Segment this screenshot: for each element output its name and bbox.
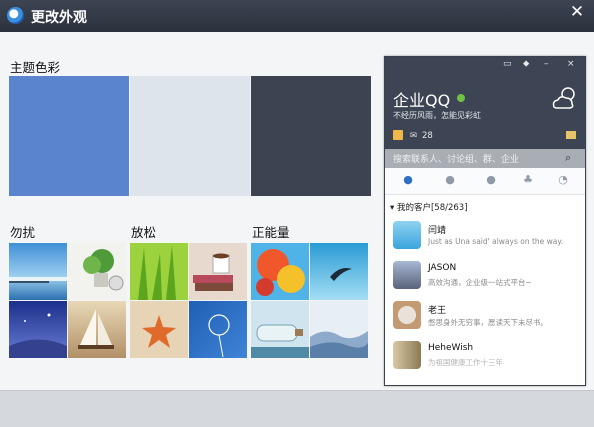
contact-message: Just as Una said' always on the way. xyxy=(428,237,564,246)
groups-tab-icon: ● xyxy=(445,173,455,186)
close-icon[interactable]: ✕ xyxy=(566,2,588,22)
chat-tab-icon: ● xyxy=(486,173,496,186)
preview-skin-icon: ⬥ xyxy=(523,59,530,69)
contact-row: 闫靖 Just as Una said' always on the way. xyxy=(385,217,585,257)
bottom-bar xyxy=(0,390,594,427)
theme-swatch-blue[interactable] xyxy=(9,76,129,196)
preview-close-icon: × xyxy=(567,59,575,69)
theme-color-label: 主题色彩 xyxy=(10,60,61,75)
online-status-icon xyxy=(457,94,465,102)
wallpaper-night-sky[interactable] xyxy=(9,301,67,358)
contact-message: 憋思身外无穷事，愿读天下未尽书。 xyxy=(428,318,548,327)
contact-avatar xyxy=(393,341,421,369)
theme-preview-panel: ▭ ⬥ – × 企业QQ 不经历风雨，怎能见彩虹 ✉ 28 搜索联系人、讨论组、… xyxy=(384,56,586,386)
preview-app-icon xyxy=(393,130,403,140)
wallpaper-dandelion[interactable] xyxy=(189,301,247,358)
contact-message: 为祖国健康工作十三年 xyxy=(428,358,503,367)
category-quiet-label: 勿扰 xyxy=(10,225,36,240)
wallpaper-sailboat[interactable] xyxy=(68,301,126,358)
theme-swatch-light[interactable] xyxy=(130,76,250,196)
category-relax-label: 放松 xyxy=(131,225,157,240)
preview-folder-icon xyxy=(566,131,576,139)
contact-avatar xyxy=(393,261,421,289)
preview-minimize-icon: – xyxy=(544,59,549,69)
search-icon: ⌕ xyxy=(565,151,572,164)
contact-avatar xyxy=(393,301,421,329)
preview-header: ▭ ⬥ – × 企业QQ 不经历风雨，怎能见彩虹 ✉ 28 xyxy=(385,57,585,149)
mail-icon: ✉ xyxy=(410,131,418,141)
wallpaper-mountains[interactable] xyxy=(310,301,368,358)
contacts-tab-icon: ● xyxy=(403,173,413,186)
org-tab-icon: ♣ xyxy=(523,173,533,186)
contact-name: HeheWish xyxy=(428,343,474,353)
weather-icon xyxy=(552,87,575,109)
appearance-window: 更改外观 ✕ 主题色彩 勿扰 放松 正能量 ▭ ⬥ – × 企业QQ 不经历风雨… xyxy=(0,0,594,427)
category-positive-label: 正能量 xyxy=(252,225,290,240)
app-logo-icon xyxy=(7,7,24,24)
wallpaper-bird-sky[interactable] xyxy=(310,243,368,300)
window-title: 更改外观 xyxy=(31,10,87,26)
contact-name: JASON xyxy=(428,263,457,273)
title-bar: 更改外观 ✕ xyxy=(0,0,594,32)
wallpaper-plant[interactable] xyxy=(68,243,126,300)
preview-app-name: 企业QQ xyxy=(393,91,451,110)
recent-tab-icon: ◔ xyxy=(558,173,568,186)
wallpaper-pier[interactable] xyxy=(9,243,67,300)
wallpaper-coffee-books[interactable] xyxy=(189,243,247,300)
contact-name: 闫靖 xyxy=(428,226,447,236)
contact-row: JASON 高效沟通，企业级一站式平台~ xyxy=(385,257,585,297)
preview-feedback-icon: ▭ xyxy=(503,59,512,69)
wallpaper-starfish[interactable] xyxy=(130,301,188,358)
preview-search-placeholder: 搜索联系人、讨论组、群、企业 xyxy=(393,155,520,165)
contact-row: HeheWish 为祖国健康工作十三年 xyxy=(385,337,585,377)
mail-count: 28 xyxy=(422,131,433,141)
contact-message: 高效沟通，企业级一站式平台~ xyxy=(428,278,532,287)
wallpaper-balloons[interactable] xyxy=(251,243,309,300)
wallpaper-bottle[interactable] xyxy=(251,301,309,358)
preview-tabs: ● ● ● ♣ ◔ xyxy=(385,168,585,195)
preview-signature: 不经历风雨，怎能见彩虹 xyxy=(393,111,481,120)
theme-swatch-dark[interactable] xyxy=(251,76,371,196)
preview-group-header: ▾ 我的客户[58/263] xyxy=(390,203,468,213)
wallpaper-grass[interactable] xyxy=(130,243,188,300)
contact-name: 老王 xyxy=(428,306,447,316)
contact-row: 老王 憋思身外无穷事，愿读天下未尽书。 xyxy=(385,297,585,337)
preview-search-bar: 搜索联系人、讨论组、群、企业 ⌕ xyxy=(385,149,585,168)
contact-avatar xyxy=(393,221,421,249)
